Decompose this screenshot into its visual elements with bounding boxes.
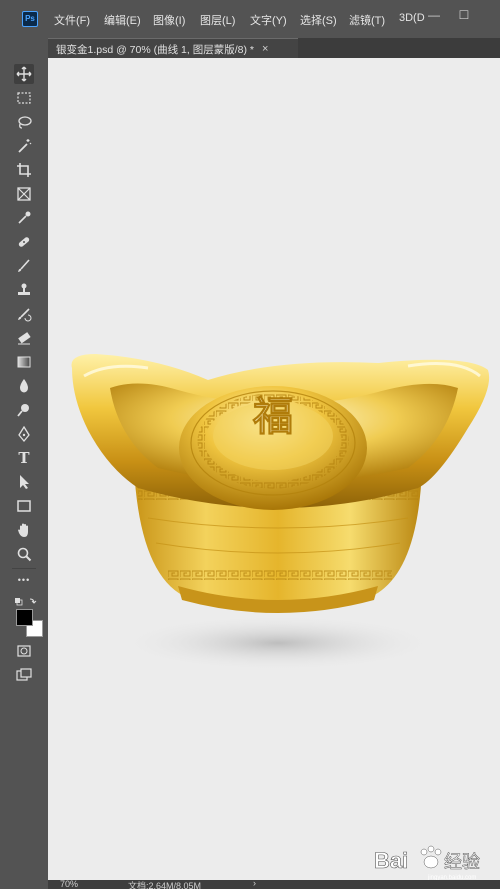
menu-select[interactable]: 选择(S) [300,12,337,28]
status-bar: 70% 文档:2.64M/8.05M › [48,880,500,889]
menu-file[interactable]: 文件(F) [54,12,90,28]
fu-character: 福 [252,393,293,440]
minimize-button[interactable]: — [426,8,442,22]
rectangle-icon[interactable] [14,496,34,516]
lasso-icon[interactable] [14,112,34,132]
document-canvas[interactable]: 福 [48,58,500,880]
more-tools-glyph: ••• [17,575,31,585]
path-selection-icon[interactable] [14,472,34,492]
magic-wand-icon[interactable] [14,136,34,156]
document-tab-bar: 银变金1.psd @ 70% (曲线 1, 图层蒙版/8) * × [48,38,500,59]
close-icon[interactable]: × [262,43,268,55]
move-icon[interactable] [14,64,34,84]
clone-stamp-icon[interactable] [14,280,34,300]
brush-icon[interactable] [14,256,34,276]
type-tool-glyph: T [18,449,30,467]
quick-mask-icon[interactable] [14,641,34,661]
status-doc-info: 文档:2.64M/8.05M [128,881,202,889]
foreground-color-swatch[interactable] [16,609,33,626]
healing-brush-icon[interactable] [14,232,34,252]
pen-icon[interactable] [14,424,34,444]
dodge-icon[interactable] [14,400,34,420]
toolbar-divider [12,568,36,569]
menu-bar: Ps 文件(F) 编辑(E) 图像(I) 图层(L) 文字(Y) 选择(S) 滤… [0,0,500,38]
type-icon[interactable]: T [14,448,34,468]
marquee-icon[interactable] [14,88,34,108]
menu-layer[interactable]: 图层(L) [200,12,235,28]
document-tab-title: 银变金1.psd @ 70% (曲线 1, 图层蒙版/8) * [56,43,254,56]
blur-icon[interactable] [14,376,34,396]
menu-filter[interactable]: 滤镜(T) [349,12,385,28]
menu-type[interactable]: 文字(Y) [250,12,287,28]
zoom-icon[interactable] [14,544,34,564]
gold-ingot-image: 福 [71,354,490,671]
history-brush-icon[interactable] [14,304,34,324]
menu-image[interactable]: 图像(I) [153,12,185,28]
baidu-paw-logo: Bai 经验 jingyan.baidu.com [374,845,480,881]
tools-panel: T ••• [0,58,48,889]
svg-text:Bai: Bai [374,848,408,873]
status-menu-arrow[interactable]: › [253,880,256,888]
svg-text:经验: 经验 [444,852,480,873]
frame-icon[interactable] [14,184,34,204]
gradient-icon[interactable] [14,352,34,372]
maximize-button[interactable]: ☐ [456,8,472,22]
eyedropper-icon[interactable] [14,208,34,228]
screen-mode-icon[interactable] [14,665,34,685]
status-zoom[interactable]: 70% [60,880,78,889]
hand-icon[interactable] [14,520,34,540]
menu-edit[interactable]: 编辑(E) [104,12,141,28]
svg-text:jingyan.baidu.com: jingyan.baidu.com [427,875,476,880]
photoshop-logo-icon[interactable]: Ps [22,11,38,27]
baidu-jingyan-watermark: Bai 经验 jingyan.baidu.com [372,840,492,881]
menu-3d[interactable]: 3D(D [399,12,425,24]
document-tab[interactable]: 银变金1.psd @ 70% (曲线 1, 图层蒙版/8) * × [48,38,298,59]
more-tools-icon[interactable]: ••• [14,570,34,590]
eraser-icon[interactable] [14,328,34,348]
crop-icon[interactable] [14,160,34,180]
